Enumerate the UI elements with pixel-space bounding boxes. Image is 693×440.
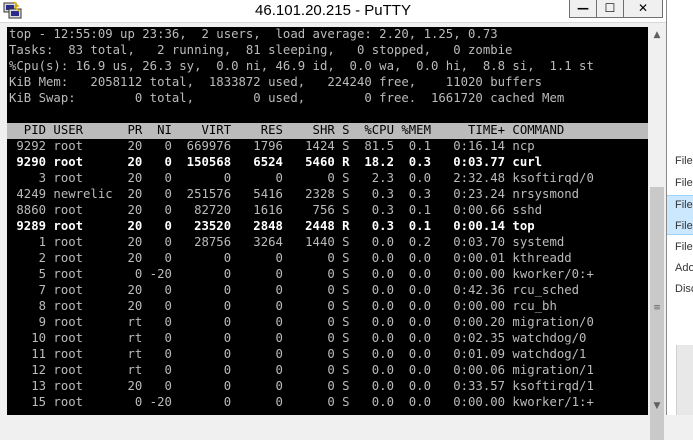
background-scrollbar[interactable] <box>676 345 693 415</box>
summary-line: Tasks: 83 total, 2 running, 81 sleeping,… <box>9 43 513 57</box>
scroll-up-arrow-icon[interactable]: ▲ <box>648 27 666 44</box>
background-list-item[interactable]: Disc <box>675 283 693 295</box>
process-row: 9289 root 20 0 23520 2848 2448 R 0.3 0.1… <box>9 219 535 233</box>
terminal-scrollbar[interactable]: ▲ ≡ ▼ <box>648 27 666 440</box>
summary-line: KiB Mem: 2058112 total, 1833872 used, 22… <box>9 75 543 89</box>
putty-window: 46.101.20.215 - PuTTY — ☐ ✕ top - 12:55:… <box>0 0 667 440</box>
background-list-item[interactable]: File f <box>675 199 693 211</box>
background-list-item[interactable]: File f <box>675 177 693 189</box>
window-title: 46.101.20.215 - PuTTY <box>255 2 411 19</box>
minimize-button[interactable]: — <box>569 0 597 18</box>
process-row: 1 root 20 0 28756 3264 1440 S 0.0 0.2 0:… <box>9 235 565 249</box>
process-row: 7 root 20 0 0 0 0 S 0.0 0.0 0:42.36 rcu_… <box>9 283 580 297</box>
process-row: 10 root rt 0 0 0 0 S 0.0 0.0 0:02.35 wat… <box>9 331 587 345</box>
process-row: 3 root 20 0 0 0 0 S 2.3 0.0 2:32.48 ksof… <box>9 171 594 185</box>
process-row: 9290 root 20 0 150568 6524 5460 R 18.2 0… <box>9 155 543 169</box>
scrollbar-grip-icon: ≡ <box>653 303 661 313</box>
process-table-header: PID USER PR NI VIRT RES SHR S %CPU %MEM … <box>9 123 565 137</box>
background-list-item[interactable]: File f <box>675 241 693 253</box>
maximize-button[interactable]: ☐ <box>596 0 624 18</box>
summary-line: KiB Swap: 0 total, 0 used, 0 free. 16617… <box>9 91 565 105</box>
process-row: 8 root 20 0 0 0 0 S 0.0 0.0 0:00.00 rcu_… <box>9 299 557 313</box>
process-row: 9 root rt 0 0 0 0 S 0.0 0.0 0:00.20 migr… <box>9 315 594 329</box>
title-bar[interactable]: 46.101.20.215 - PuTTY — ☐ ✕ <box>0 0 666 23</box>
process-row: 5 root 0 -20 0 0 0 S 0.0 0.0 0:00.00 kwo… <box>9 267 594 281</box>
process-row: 9292 root 20 0 669976 1796 1424 S 81.5 0… <box>9 139 535 153</box>
summary-line: top - 12:55:09 up 23:36, 2 users, load a… <box>9 27 498 41</box>
close-button[interactable]: ✕ <box>623 0 663 18</box>
background-list-item[interactable]: Adob <box>675 262 693 274</box>
process-row: 15 root 0 -20 0 0 0 S 0.0 0.0 0:00.00 kw… <box>9 395 594 409</box>
background-list-item[interactable]: File f <box>675 155 693 167</box>
process-row: 12 root rt 0 0 0 0 S 0.0 0.0 0:00.06 mig… <box>9 363 594 377</box>
scroll-down-arrow-icon[interactable]: ▼ <box>648 398 666 415</box>
process-row: 13 root 20 0 0 0 0 S 0.0 0.0 0:33.57 kso… <box>9 379 594 393</box>
process-row: 2 root 20 0 0 0 0 S 0.0 0.0 0:00.01 kthr… <box>9 251 572 265</box>
process-row: 8860 root 20 0 82720 1616 756 S 0.3 0.1 … <box>9 203 543 217</box>
background-list-item[interactable]: File f <box>675 220 693 232</box>
process-row: 4249 newrelic 20 0 251576 5416 2328 S 0.… <box>9 187 580 201</box>
summary-line: %Cpu(s): 16.9 us, 26.3 sy, 0.0 ni, 46.9 … <box>9 59 594 73</box>
terminal-screen[interactable]: top - 12:55:09 up 23:36, 2 users, load a… <box>7 27 648 415</box>
process-row: 11 root rt 0 0 0 0 S 0.0 0.0 0:01.09 wat… <box>9 347 587 361</box>
